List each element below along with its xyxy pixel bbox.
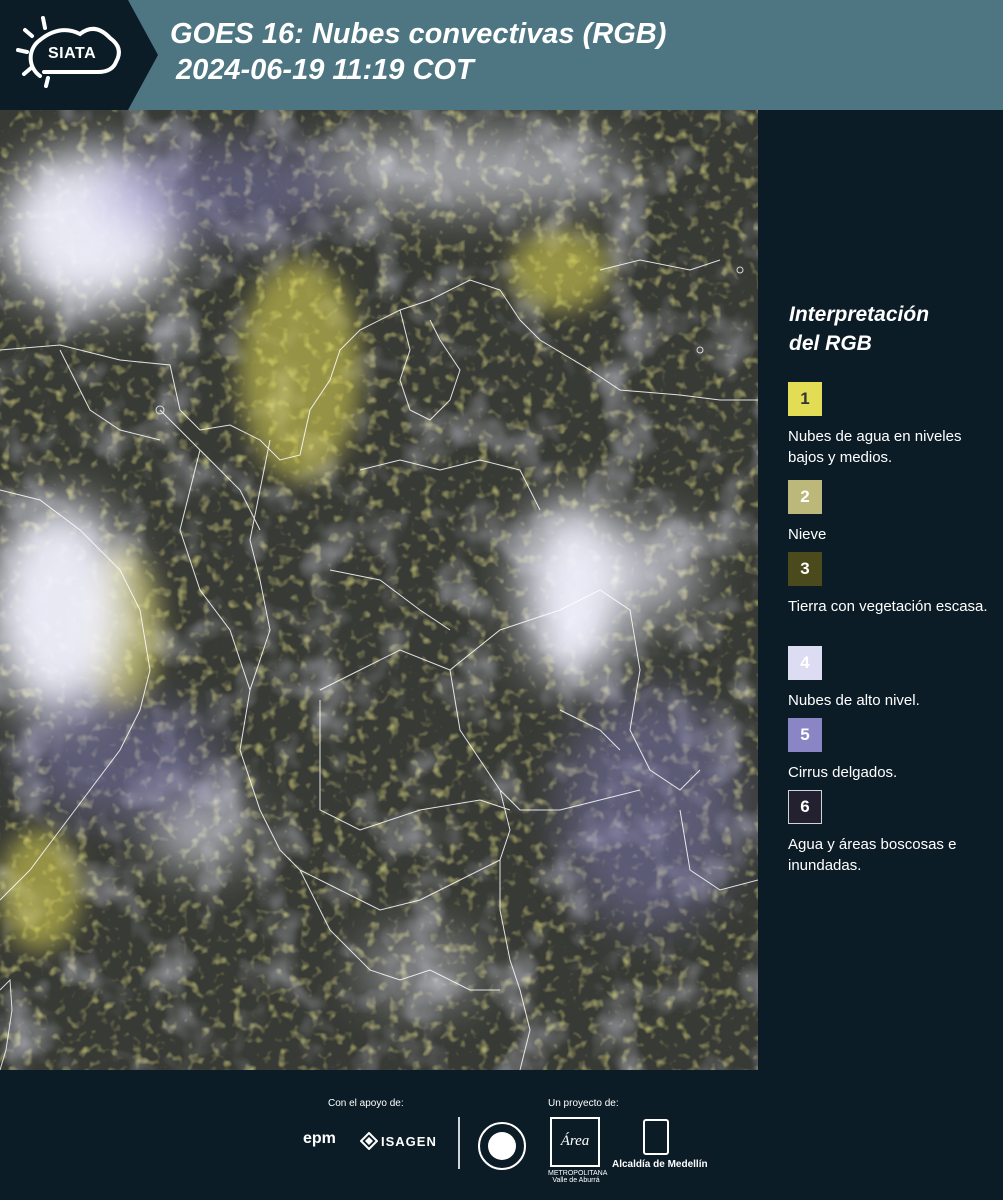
title-line-2: 2024-06-19 11:19 COT	[176, 54, 474, 86]
legend-swatch: 1	[788, 382, 822, 416]
medellin-seal-icon	[478, 1122, 526, 1170]
legend-label: Nubes de agua en niveles bajos y medios.	[788, 428, 962, 466]
legend-item-4: 4 Nubes de alto nivel.	[788, 646, 993, 711]
legend-label: Nieve	[788, 526, 827, 543]
legend-label: Tierra con vegetación escasa.	[788, 598, 988, 615]
page-title: GOES 16: Nubes convectivas (RGB) 2024-06…	[170, 16, 666, 88]
legend-item-5: 5 Cirrus delgados.	[788, 718, 993, 783]
legend-label: Agua y áreas boscosas e inundadas.	[788, 836, 957, 874]
legend-swatch: 6	[788, 790, 822, 824]
legend-title-line-2: del RGB	[789, 332, 872, 355]
alcaldia-shield-icon	[643, 1119, 669, 1155]
satellite-image	[0, 110, 758, 1070]
project-label: Un proyecto de:	[548, 1098, 619, 1109]
legend-title: Interpretación del RGB	[789, 300, 929, 358]
footer: Con el apoyo de: Un proyecto de: epm ISA…	[0, 1070, 1003, 1200]
alcaldia-logo-text: Alcaldía de Medellín	[612, 1159, 708, 1170]
footer-divider	[458, 1117, 460, 1169]
legend-label: Nubes de alto nivel.	[788, 692, 920, 709]
isagen-logo: ISAGEN	[381, 1134, 437, 1149]
legend-swatch: 5	[788, 718, 822, 752]
legend-swatch: 4	[788, 646, 822, 680]
legend-item-1: 1 Nubes de agua en niveles bajos y medios…	[788, 382, 993, 468]
title-line-1: GOES 16: Nubes convectivas (RGB)	[170, 18, 667, 50]
area-logo-text: Área	[560, 1133, 590, 1149]
satellite-map	[0, 110, 758, 1070]
siata-logo: SIATA	[0, 0, 158, 110]
isagen-icon	[360, 1132, 378, 1150]
area-metropolitana-logo: Área	[550, 1117, 600, 1167]
legend-swatch: 3	[788, 552, 822, 586]
legend-title-line-1: Interpretación	[789, 303, 930, 326]
area-logo-subtitle: METROPOLITANA Valle de Aburrá	[548, 1170, 608, 1184]
legend-item-6: 6 Agua y áreas boscosas e inundadas.	[788, 790, 993, 876]
support-label: Con el apoyo de:	[328, 1098, 404, 1109]
legend-swatch: 2	[788, 480, 822, 514]
legend-panel: Interpretación del RGB 1 Nubes de agua en…	[758, 110, 1003, 1070]
legend-label: Cirrus delgados.	[788, 764, 898, 781]
logo-text: SIATA	[48, 45, 97, 62]
header-bar: SIATA GOES 16: Nubes convectivas (RGB) 2…	[0, 0, 1003, 110]
legend-item-2: 2 Nieve	[788, 480, 993, 545]
epm-logo: epm	[303, 1130, 336, 1147]
legend-item-3: 3 Tierra con vegetación escasa.	[788, 552, 993, 617]
